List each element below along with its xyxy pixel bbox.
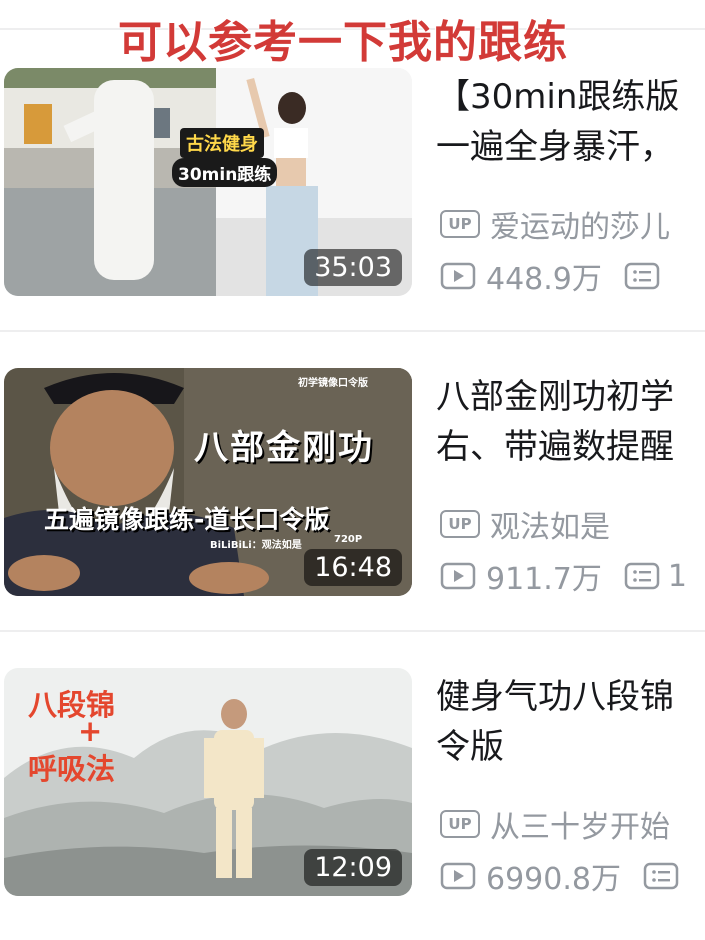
stats-row: 911.7万 1 xyxy=(440,554,687,598)
video-title-1[interactable]: 【30min跟练版 一遍全身暴汗， xyxy=(436,72,705,172)
title-line-1: 健身气功八段锦 xyxy=(436,677,674,717)
view-count: 448.9万 xyxy=(486,262,602,297)
stats-row: 6990.8万 xyxy=(440,854,687,898)
video-title-2[interactable]: 八部金刚功初学 右、带遍数提醒 xyxy=(436,372,705,472)
play-count-icon xyxy=(440,262,476,290)
comment-count: 1 xyxy=(667,558,687,594)
list-icon xyxy=(643,862,679,890)
video-item-3[interactable]: 八段锦 + 呼吸法 12:09 健身气功八段锦 令版 UP 从三十岁开始 699… xyxy=(0,668,705,908)
duration-badge: 35:03 xyxy=(304,249,402,286)
view-count: 911.7万 xyxy=(486,562,602,597)
play-count-icon xyxy=(440,862,476,890)
uploader-name: 爱运动的莎儿 xyxy=(490,210,670,245)
thumbnail-watermark: BiLiBiLi：观法如是 xyxy=(210,540,302,551)
title-line-2: 一遍全身暴汗， xyxy=(436,127,674,167)
title-line-1: 【30min跟练版 xyxy=(436,77,680,117)
up-badge-icon: UP xyxy=(440,810,480,838)
video-item-1[interactable]: 古法健身 30min跟练 35:03 【30min跟练版 一遍全身暴汗， UP … xyxy=(0,68,705,308)
thumbnail-line-2: + xyxy=(78,714,103,748)
title-line-2: 右、带遍数提醒 xyxy=(436,427,674,467)
divider xyxy=(0,630,705,632)
thumbnail-corner-label: 初学镜像口令版 xyxy=(298,378,368,389)
duration-badge: 16:48 xyxy=(304,549,402,586)
thumbnail-quality: 720P xyxy=(334,534,363,545)
uploader-name: 从三十岁开始 xyxy=(490,810,670,845)
thumbnail-tag-1: 古法健身 xyxy=(180,128,264,158)
uploader-row[interactable]: UP 爱运动的莎儿 xyxy=(440,202,670,246)
view-count: 6990.8万 xyxy=(486,862,621,897)
video-thumbnail-2[interactable]: 初学镜像口令版 八部金刚功 五遍镜像跟练-道长口令版 BiLiBiLi：观法如是… xyxy=(4,368,412,596)
video-thumbnail-1[interactable]: 古法健身 30min跟练 35:03 xyxy=(4,68,412,296)
list-icon xyxy=(624,562,660,590)
uploader-row[interactable]: UP 从三十岁开始 xyxy=(440,802,670,846)
video-list-page: 可以参考一下我的跟练 古法健身 30min跟练 35:03 【30min跟练版 … xyxy=(0,0,705,940)
list-icon xyxy=(624,262,660,290)
stats-row: 448.9万 xyxy=(440,254,668,298)
uploader-row[interactable]: UP 观法如是 xyxy=(440,502,610,546)
up-badge-icon: UP xyxy=(440,510,480,538)
video-title-3[interactable]: 健身气功八段锦 令版 xyxy=(436,672,705,772)
thumbnail-line-3: 呼吸法 xyxy=(28,752,116,786)
duration-badge: 12:09 xyxy=(304,849,402,886)
divider xyxy=(0,330,705,332)
play-count-icon xyxy=(440,562,476,590)
thumbnail-subtitle: 五遍镜像跟练-道长口令版 xyxy=(44,505,330,534)
title-line-1: 八部金刚功初学 xyxy=(436,377,674,417)
thumbnail-title: 八部金刚功 xyxy=(194,428,374,468)
video-thumbnail-3[interactable]: 八段锦 + 呼吸法 12:09 xyxy=(4,668,412,896)
overlay-caption: 可以参考一下我的跟练 xyxy=(118,17,568,68)
uploader-name: 观法如是 xyxy=(490,510,610,545)
thumbnail-tag-2: 30min跟练 xyxy=(172,158,278,187)
title-line-2: 令版 xyxy=(436,727,504,767)
video-item-2[interactable]: 初学镜像口令版 八部金刚功 五遍镜像跟练-道长口令版 BiLiBiLi：观法如是… xyxy=(0,368,705,608)
up-badge-icon: UP xyxy=(440,210,480,238)
